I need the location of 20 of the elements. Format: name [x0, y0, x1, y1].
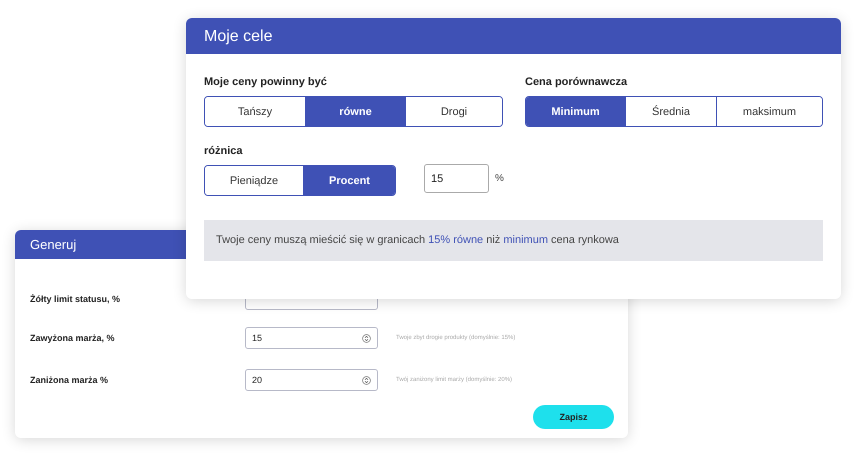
- field-label: Zaniżona marża %: [30, 375, 110, 385]
- segment-option[interactable]: Procent: [303, 166, 395, 195]
- group-label: Cena porównawcza: [525, 76, 628, 88]
- group-label: Moje ceny powinny być: [204, 76, 328, 88]
- number-field[interactable]: 15: [245, 327, 378, 349]
- field-label: Zawyżona marża, %: [30, 333, 116, 343]
- segment-option[interactable]: maksimum: [716, 97, 822, 126]
- group-label: różnica: [204, 145, 244, 157]
- number-field[interactable]: 15: [424, 164, 489, 193]
- field-label: Żółty limit statusu, %: [30, 294, 122, 304]
- spinner-icon[interactable]: [362, 376, 371, 384]
- save-button[interactable]: Zapisz: [533, 405, 614, 429]
- spinner-icon[interactable]: [362, 334, 371, 342]
- number-field[interactable]: 20: [245, 369, 378, 391]
- segment-option[interactable]: równe: [305, 97, 405, 126]
- summary-text: Twoje ceny muszą mieścić się w granicach 15% równe niż minimum cena rynkowa: [204, 220, 823, 261]
- segment-option[interactable]: Drogi: [405, 97, 502, 126]
- segment-option[interactable]: Minimum: [526, 97, 625, 126]
- unit-label: %: [495, 173, 504, 184]
- card-header: Moje cele: [186, 18, 841, 54]
